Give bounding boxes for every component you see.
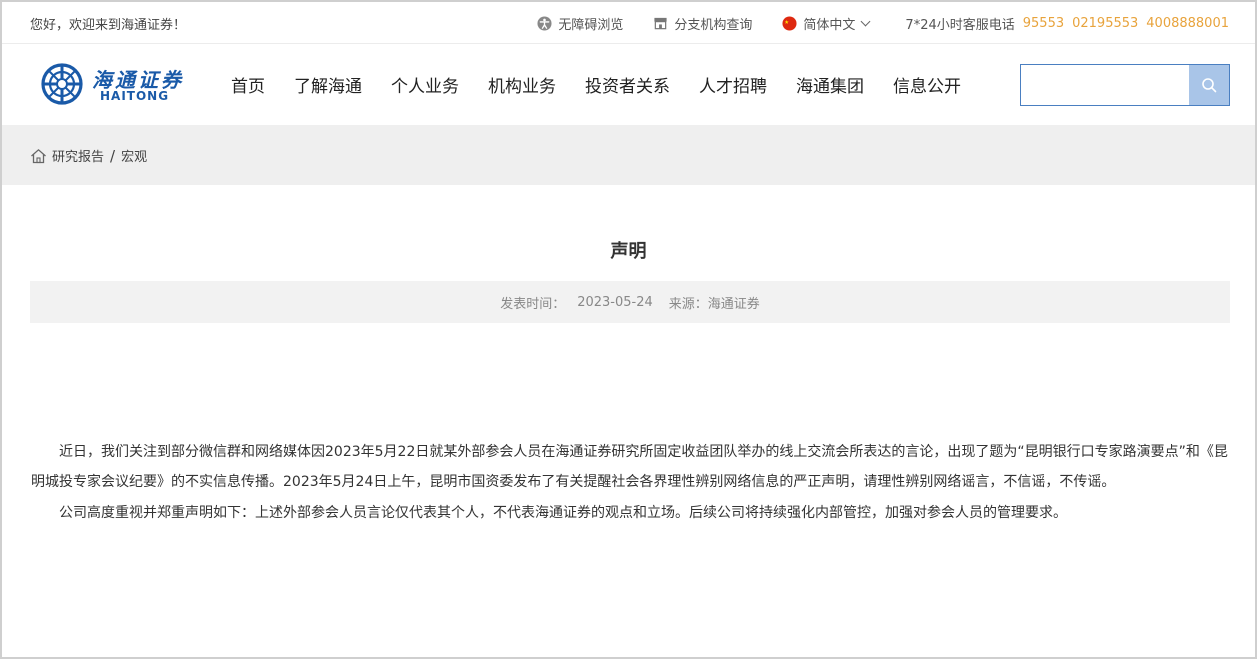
hotline-phone-1: 95553 (1022, 16, 1065, 31)
top-links: 无障碍浏览 分支机构查询 简体中文 7*24小时客服电话 95553 02195… (537, 14, 1229, 33)
search-icon (1202, 78, 1217, 93)
breadcrumb-bar: 研究报告 / 宏观 (2, 125, 1255, 185)
accessibility-link[interactable]: 无障碍浏览 (537, 14, 623, 33)
article-content: 近日，我们关注到部分微信群和网络媒体因2023年5月22日就某外部参会人员在海通… (31, 438, 1231, 531)
breadcrumb: 研究报告 / 宏观 (30, 146, 147, 165)
search-button[interactable] (1189, 65, 1229, 105)
accessibility-icon (537, 16, 552, 31)
nav-item-home[interactable]: 首页 (231, 72, 265, 97)
nav-item-institution[interactable]: 机构业务 (488, 72, 556, 97)
china-flag-icon (782, 16, 797, 31)
building-icon (654, 17, 667, 30)
breadcrumb-item-macro[interactable]: 宏观 (121, 146, 147, 165)
haitong-logo[interactable]: 海通证券 HAITONG (40, 62, 185, 108)
nav-item-about[interactable]: 了解海通 (294, 72, 362, 97)
source-label: 来源： (668, 296, 708, 312)
search-box (1020, 64, 1230, 106)
date-label: 发表时间： (500, 296, 566, 312)
article-meta: 发表时间： 2023-05-24 来源： 海通证券 (30, 281, 1230, 323)
haitong-logo-icon (41, 63, 83, 105)
nav-item-investor-relations[interactable]: 投资者关系 (585, 72, 670, 97)
search-input[interactable] (1021, 65, 1189, 105)
main-header: 海通证券 HAITONG 首页 了解海通 个人业务 机构业务 投资者关系 人才招… (2, 44, 1255, 125)
home-icon[interactable] (30, 148, 47, 164)
language-label: 简体中文 (803, 18, 856, 33)
hotline-phone-3: 4008888001 (1146, 16, 1229, 31)
page-frame: 您好，欢迎来到海通证券！ 无障碍浏览 分支机构查询 简体中文 7*24小时客服电… (0, 0, 1257, 659)
top-bar: 您好，欢迎来到海通证券！ 无障碍浏览 分支机构查询 简体中文 7*24小时客服电… (2, 2, 1255, 44)
logo-english-text: HAITONG (100, 89, 170, 103)
welcome-text: 您好，欢迎来到海通证券！ (30, 18, 187, 33)
nav-item-group[interactable]: 海通集团 (796, 72, 864, 97)
branch-query-label: 分支机构查询 (674, 18, 753, 33)
source-value: 海通证券 (707, 296, 760, 312)
article-paragraph-2: 公司高度重视并郑重声明如下：上述外部参会人员言论仅代表其个人，不代表海通证券的观… (59, 505, 1067, 521)
branch-query-link[interactable]: 分支机构查询 (653, 14, 752, 33)
main-nav: 首页 了解海通 个人业务 机构业务 投资者关系 人才招聘 海通集团 信息公开 (231, 72, 990, 97)
nav-item-careers[interactable]: 人才招聘 (699, 72, 767, 97)
breadcrumb-item-research[interactable]: 研究报告 (52, 146, 104, 165)
chevron-down-icon (860, 16, 871, 27)
hotline-label: 7*24小时客服电话 (905, 18, 1015, 33)
article-paragraph-1: 近日，我们关注到部分微信群和网络媒体因2023年5月22日就某外部参会人员在海通… (31, 444, 1228, 490)
hotline-phone-2: 02195553 (1072, 16, 1139, 31)
language-selector[interactable]: 简体中文 (782, 14, 871, 33)
accessibility-label: 无障碍浏览 (558, 18, 624, 33)
article-title: 声明 (610, 241, 647, 262)
breadcrumb-separator: / (110, 146, 116, 165)
nav-item-disclosure[interactable]: 信息公开 (893, 72, 961, 97)
nav-item-personal[interactable]: 个人业务 (391, 72, 459, 97)
publish-date: 2023-05-24 (577, 294, 653, 310)
